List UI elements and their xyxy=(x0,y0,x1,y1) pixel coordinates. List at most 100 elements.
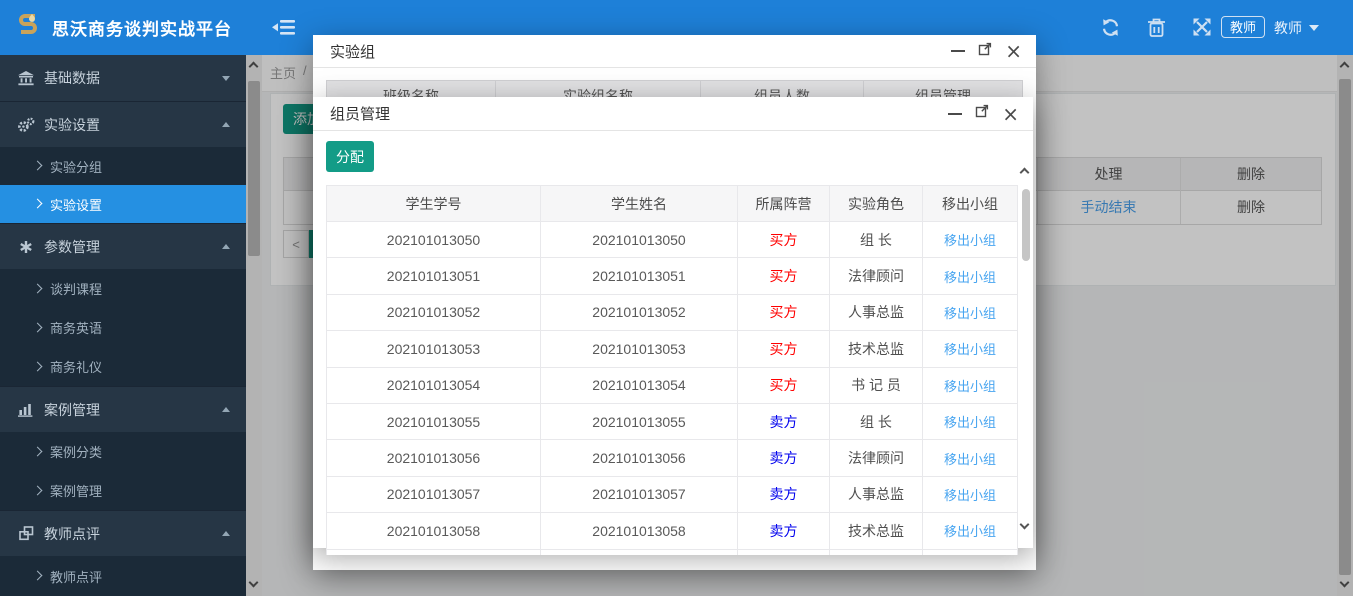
bar-chart-icon xyxy=(16,403,36,417)
role: 技术总监 xyxy=(829,331,922,366)
sidebar-group-basic-data[interactable]: 基础数据 xyxy=(0,55,246,101)
student-id: 202101013052 xyxy=(327,295,540,330)
role-badge[interactable]: 教师 xyxy=(1221,16,1265,38)
camp: 买方 xyxy=(737,295,829,330)
member-row: 202101013055 202101013055 卖方 组 长 移出小组 xyxy=(327,404,1017,440)
remove-from-group-link[interactable]: 移出小组 xyxy=(944,485,996,504)
sidebar-item-experiment-settings[interactable]: 实验设置 xyxy=(0,185,246,223)
bank-icon xyxy=(16,71,36,86)
modal-titlebar: 实验组 × xyxy=(313,35,1036,68)
member-table: 学生学号 学生姓名 所属阵营 实验角色 移出小组 202101013050 20… xyxy=(326,185,1018,555)
sidebar: 基础数据 实验设置 实验分组 实验设置 xyxy=(0,55,246,596)
app-title: 思沃商务谈判实战平台 xyxy=(52,15,232,40)
column-header-student-name: 学生姓名 xyxy=(540,186,737,221)
fullscreen-icon[interactable] xyxy=(1192,17,1212,42)
column-header-student-id: 学生学号 xyxy=(327,186,540,221)
sidebar-item-label: 实验设置 xyxy=(50,195,102,214)
chevron-down-icon xyxy=(1309,25,1319,31)
member-row-clipped xyxy=(327,550,1017,555)
student-name: 202101013052 xyxy=(540,295,737,330)
role: 人事总监 xyxy=(829,295,922,330)
chevron-right-icon xyxy=(33,283,43,293)
remove-from-group-link[interactable]: 移出小组 xyxy=(944,339,996,358)
chevron-right-icon xyxy=(33,446,43,456)
remove-from-group-link[interactable]: 移出小组 xyxy=(944,376,996,395)
brand: 思沃商务谈判实战平台 xyxy=(0,0,246,55)
column-header-remove: 移出小组 xyxy=(922,186,1017,221)
chevron-up-icon xyxy=(222,407,230,412)
sidebar-group-experiment-settings[interactable]: 实验设置 xyxy=(0,101,246,147)
user-menu[interactable]: 教师 xyxy=(1274,16,1319,40)
camp: 买方 xyxy=(737,331,829,366)
student-id: 202101013055 xyxy=(327,404,540,439)
remove-from-group-link[interactable]: 移出小组 xyxy=(944,267,996,286)
modal-scrollbar-thumb[interactable] xyxy=(1022,189,1030,261)
sidebar-item-negotiation-course[interactable]: 谈判课程 xyxy=(0,269,246,308)
student-id: 202101013057 xyxy=(327,477,540,512)
student-id: 202101013054 xyxy=(327,368,540,403)
chevron-right-icon xyxy=(33,361,43,371)
remove-from-group-link[interactable]: 移出小组 xyxy=(944,521,996,540)
sidebar-item-label: 商务礼仪 xyxy=(50,357,102,376)
clone-icon xyxy=(16,526,36,541)
remove-from-group-link[interactable]: 移出小组 xyxy=(944,449,996,468)
camp: 买方 xyxy=(737,258,829,293)
minimize-icon[interactable] xyxy=(948,113,962,115)
remove-from-group-link[interactable]: 移出小组 xyxy=(944,230,996,249)
sidebar-item-teacher-review[interactable]: 教师点评 xyxy=(0,556,246,596)
sidebar-item-label: 实验分组 xyxy=(50,157,102,176)
sidebar-group-case-management[interactable]: 案例管理 xyxy=(0,386,246,432)
member-management-modal: 组员管理 × 分配 学生学号 学生姓名 所属阵营 实验角色 移出小组 xyxy=(313,97,1033,548)
chevron-right-icon xyxy=(33,161,43,171)
camp: 买方 xyxy=(737,222,829,257)
remove-from-group-link[interactable]: 移出小组 xyxy=(944,412,996,431)
camp: 卖方 xyxy=(737,477,829,512)
close-icon[interactable]: × xyxy=(1002,107,1019,121)
role: 书 记 员 xyxy=(829,368,922,403)
minimize-icon[interactable] xyxy=(951,50,965,52)
modal-title: 实验组 xyxy=(330,41,951,62)
modal-title: 组员管理 xyxy=(330,103,948,124)
member-row: 202101013056 202101013056 卖方 法律顾问 移出小组 xyxy=(327,440,1017,476)
refresh-icon[interactable] xyxy=(1100,17,1121,43)
scroll-up-icon[interactable] xyxy=(1020,168,1030,178)
student-name: 202101013051 xyxy=(540,258,737,293)
student-name: 202101013058 xyxy=(540,513,737,548)
app-window: 思沃商务谈判实战平台 xyxy=(0,0,1353,596)
camp: 卖方 xyxy=(737,513,829,548)
sidebar-item-business-etiquette[interactable]: 商务礼仪 xyxy=(0,347,246,386)
sidebar-item-experiment-grouping[interactable]: 实验分组 xyxy=(0,147,246,185)
student-name: 202101013057 xyxy=(540,477,737,512)
role: 法律顾问 xyxy=(829,440,922,475)
assign-button[interactable]: 分配 xyxy=(326,141,374,172)
menu-fold-icon[interactable] xyxy=(272,17,298,43)
sidebar-item-business-english[interactable]: 商务英语 xyxy=(0,308,246,347)
member-row: 202101013054 202101013054 买方 书 记 员 移出小组 xyxy=(327,368,1017,404)
maximize-icon[interactable] xyxy=(975,104,989,123)
maximize-icon[interactable] xyxy=(978,42,992,61)
remove-from-group-link[interactable]: 移出小组 xyxy=(944,303,996,322)
sidebar-item-label: 商务英语 xyxy=(50,318,102,337)
sidebar-group-label: 案例管理 xyxy=(44,400,222,420)
role: 法律顾问 xyxy=(829,258,922,293)
camp: 买方 xyxy=(737,368,829,403)
student-id: 202101013058 xyxy=(327,513,540,548)
student-id: 202101013050 xyxy=(327,222,540,257)
sidebar-group-parameter-management[interactable]: 参数管理 xyxy=(0,223,246,269)
student-name: 202101013055 xyxy=(540,404,737,439)
sidebar-item-case-management[interactable]: 案例管理 xyxy=(0,471,246,510)
student-id: 202101013053 xyxy=(327,331,540,366)
close-icon[interactable]: × xyxy=(1005,44,1022,58)
member-row: 202101013058 202101013058 卖方 技术总监 移出小组 xyxy=(327,513,1017,549)
chevron-right-icon xyxy=(33,199,43,209)
sidebar-item-case-category[interactable]: 案例分类 xyxy=(0,432,246,471)
chevron-up-icon xyxy=(222,244,230,249)
sidebar-item-label: 教师点评 xyxy=(50,567,102,586)
chevron-right-icon xyxy=(33,571,43,581)
sidebar-group-label: 实验设置 xyxy=(44,115,222,135)
scroll-down-icon[interactable] xyxy=(1020,520,1030,530)
student-id: 202101013051 xyxy=(327,258,540,293)
member-row: 202101013052 202101013052 买方 人事总监 移出小组 xyxy=(327,295,1017,331)
trash-icon[interactable] xyxy=(1147,18,1166,43)
sidebar-group-teacher-review[interactable]: 教师点评 xyxy=(0,510,246,556)
